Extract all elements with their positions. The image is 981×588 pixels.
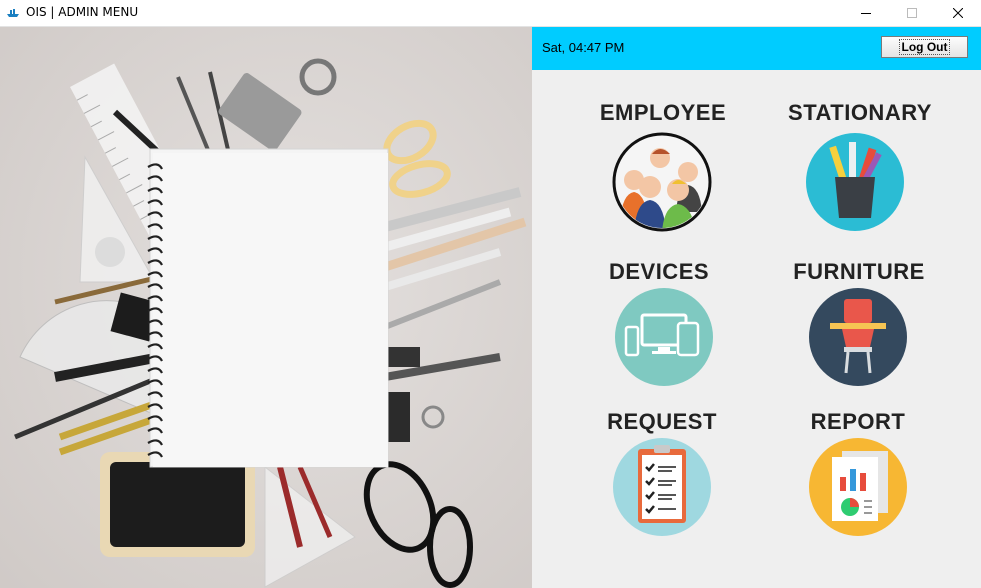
- maximize-button[interactable]: [889, 0, 935, 26]
- report-icon[interactable]: [808, 437, 908, 537]
- minimize-icon: [861, 13, 871, 14]
- employee-label[interactable]: EMPLOYEE: [563, 100, 763, 126]
- furniture-label[interactable]: FURNITURE: [759, 259, 959, 285]
- request-label[interactable]: REQUEST: [562, 409, 762, 435]
- devices-label[interactable]: DEVICES: [559, 259, 759, 285]
- employee-icon[interactable]: [612, 132, 712, 232]
- java-app-icon: [7, 9, 19, 17]
- window-title: OIS | ADMIN MENU: [26, 5, 139, 19]
- admin-menu-panel: Sat, 04:47 PM Log Out EMPLOYEE STATIONAR…: [532, 27, 981, 588]
- header-bar: Sat, 04:47 PM Log Out: [532, 27, 981, 70]
- logout-button[interactable]: Log Out: [881, 36, 968, 58]
- stationary-icon[interactable]: [805, 132, 905, 232]
- datetime-label: Sat, 04:47 PM: [542, 40, 625, 55]
- logout-label: Log Out: [898, 39, 951, 55]
- devices-icon[interactable]: [614, 287, 714, 387]
- minimize-button[interactable]: [843, 0, 889, 26]
- close-icon: [953, 8, 963, 18]
- report-label[interactable]: REPORT: [758, 409, 958, 435]
- furniture-icon[interactable]: [808, 287, 908, 387]
- close-button[interactable]: [935, 0, 981, 26]
- stationary-label[interactable]: STATIONARY: [760, 100, 960, 126]
- maximize-icon: [907, 8, 917, 18]
- request-icon[interactable]: [612, 437, 712, 537]
- office-supplies-image: [0, 27, 532, 588]
- window-titlebar: OIS | ADMIN MENU: [0, 0, 981, 27]
